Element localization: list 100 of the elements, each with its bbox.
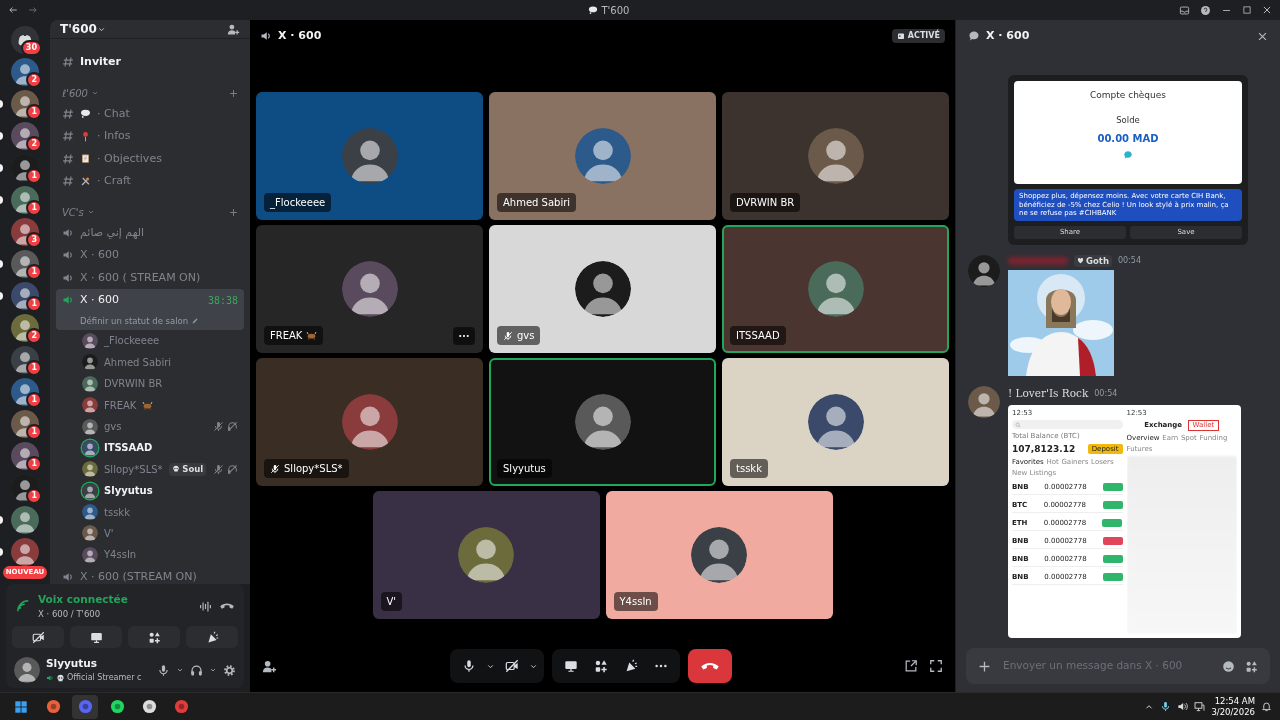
member-name[interactable]: gvs — [104, 419, 122, 434]
camera-button[interactable] — [12, 626, 64, 649]
activities-button[interactable] — [128, 626, 180, 649]
voice-channel[interactable]: X · 600 (STREAM ON) — [56, 565, 244, 584]
member-name[interactable]: Slyyutus — [104, 483, 153, 499]
video-tile[interactable]: DVRWIN BR — [722, 92, 949, 220]
member-name[interactable]: FREAK — [104, 397, 137, 413]
voice-channel[interactable]: X · 600 — [56, 244, 244, 267]
voice-channel[interactable]: X · 600 38:38 Définir un statut de salon — [56, 289, 244, 331]
text-channel[interactable]: · Objectives — [56, 147, 244, 170]
voice-channel[interactable]: الهم إني صائم — [56, 221, 244, 244]
video-tile[interactable]: V' — [372, 491, 600, 619]
emoji-icon[interactable] — [1222, 659, 1235, 673]
attachment-screenshot[interactable] — [1008, 405, 1241, 638]
voice-channel[interactable]: X · 600 ( STREAM ON) — [56, 266, 244, 289]
help-icon[interactable] — [1200, 4, 1211, 16]
back-icon[interactable] — [8, 5, 18, 15]
skull-icon — [56, 673, 65, 683]
video-tile[interactable]: Y4ssIn — [605, 491, 833, 619]
message-bar[interactable]: Envoyer un message dans X · 600 — [966, 648, 1270, 684]
member-avatar — [82, 418, 98, 435]
more-button[interactable] — [453, 327, 475, 345]
video-tile[interactable]: tsskk — [722, 358, 949, 486]
video-tile[interactable]: Sllopy*SLS* — [256, 358, 483, 486]
close-icon[interactable] — [1257, 30, 1268, 42]
browser-icon — [45, 699, 61, 714]
soundboard-button[interactable] — [186, 626, 238, 649]
member-name[interactable]: ITSSAAD — [104, 440, 153, 456]
volume-icon[interactable] — [1177, 701, 1189, 712]
channel-emoji-icon — [80, 108, 91, 120]
hash-icon — [62, 175, 74, 188]
member-name[interactable]: Ahmed Sabiri — [104, 354, 172, 370]
noise-icon[interactable] — [199, 599, 212, 613]
server-icon[interactable] — [11, 538, 39, 566]
video-tile[interactable]: ITSSAAD — [722, 225, 949, 353]
member-avatar — [82, 525, 98, 542]
mic-button[interactable] — [157, 663, 170, 677]
chat-icon — [968, 30, 980, 42]
disconnect-button[interactable] — [687, 649, 732, 683]
mention-badge: 3 — [26, 232, 42, 248]
headphones-icon — [190, 663, 203, 677]
author-name[interactable]: ! Lover'Is Rock — [1008, 386, 1089, 402]
app-icon — [173, 699, 189, 714]
server-icon — [587, 5, 598, 15]
notification-icon[interactable] — [1261, 701, 1272, 712]
ox-icon — [142, 399, 154, 411]
ox-icon — [306, 330, 318, 341]
category-label[interactable]: ℓ'600 — [62, 85, 88, 101]
invite-icon[interactable] — [262, 658, 277, 674]
clock-time: 12:54 AM — [1214, 696, 1255, 707]
disconnect-icon[interactable] — [220, 603, 234, 609]
member-name[interactable]: tsskk — [104, 504, 130, 520]
category-label[interactable]: VC's — [62, 204, 84, 220]
author-avatar — [968, 386, 1000, 419]
settings-icon — [223, 663, 236, 677]
text-channel[interactable]: · Infos — [56, 125, 244, 148]
settings-button[interactable] — [223, 663, 236, 677]
attach-icon[interactable] — [978, 659, 991, 673]
mic-icon[interactable] — [1160, 701, 1172, 712]
text-channel[interactable]: · Chat — [56, 102, 244, 125]
windows-logo — [14, 699, 28, 714]
video-tile[interactable]: _Flockeeee — [256, 92, 483, 220]
shapes-icon — [147, 630, 161, 644]
member-name[interactable]: V' — [104, 525, 114, 541]
member-name[interactable]: Y4ssIn — [104, 547, 137, 563]
video-tile[interactable]: Slyyutus — [489, 358, 716, 486]
forward-icon[interactable] — [28, 5, 38, 15]
video-tile[interactable]: FREAK — [256, 225, 483, 353]
voice-location[interactable]: X · 600 / T'600 — [38, 607, 191, 621]
maximize-icon[interactable] — [1242, 5, 1252, 15]
participant-avatar — [574, 128, 631, 184]
member-name[interactable]: DVRWIN BR — [104, 376, 163, 392]
custom-status: Official Streamer c — [67, 672, 142, 684]
balance-amount: 107,8123.12 — [1012, 443, 1076, 455]
add-channel-icon[interactable] — [229, 207, 238, 217]
text-channel[interactable]: Inviter — [56, 51, 244, 74]
network-icon[interactable] — [1194, 701, 1206, 712]
close-icon[interactable] — [1262, 5, 1272, 15]
participant-name: FREAK — [264, 326, 324, 345]
speaker-icon — [62, 294, 74, 307]
deafened-icon — [227, 421, 238, 432]
popout-icon[interactable] — [904, 659, 918, 673]
participant-avatar — [691, 527, 747, 583]
member-name[interactable]: Sllopy*SLS* — [104, 461, 163, 477]
video-tile[interactable]: gvs — [489, 225, 716, 353]
member-name[interactable]: _Flockeeee — [104, 333, 160, 349]
fullscreen-icon[interactable] — [929, 659, 943, 673]
message-field[interactable]: Envoyer un message dans X · 600 — [1001, 657, 1212, 675]
chevron-icon — [86, 208, 95, 216]
text-channel[interactable]: · Craft — [56, 170, 244, 193]
server-icon[interactable] — [11, 506, 39, 534]
server-name[interactable]: T'600 — [60, 20, 97, 38]
hang-up-icon — [700, 662, 719, 670]
apps-icon[interactable] — [1245, 659, 1258, 673]
invite-icon[interactable] — [227, 22, 240, 36]
video-tile[interactable]: Ahmed Sabiri — [489, 92, 716, 220]
headphones-button[interactable] — [190, 663, 203, 677]
add-channel-icon[interactable] — [229, 88, 238, 98]
inbox-icon[interactable] — [1179, 4, 1190, 16]
screen-share-button[interactable] — [70, 626, 122, 649]
